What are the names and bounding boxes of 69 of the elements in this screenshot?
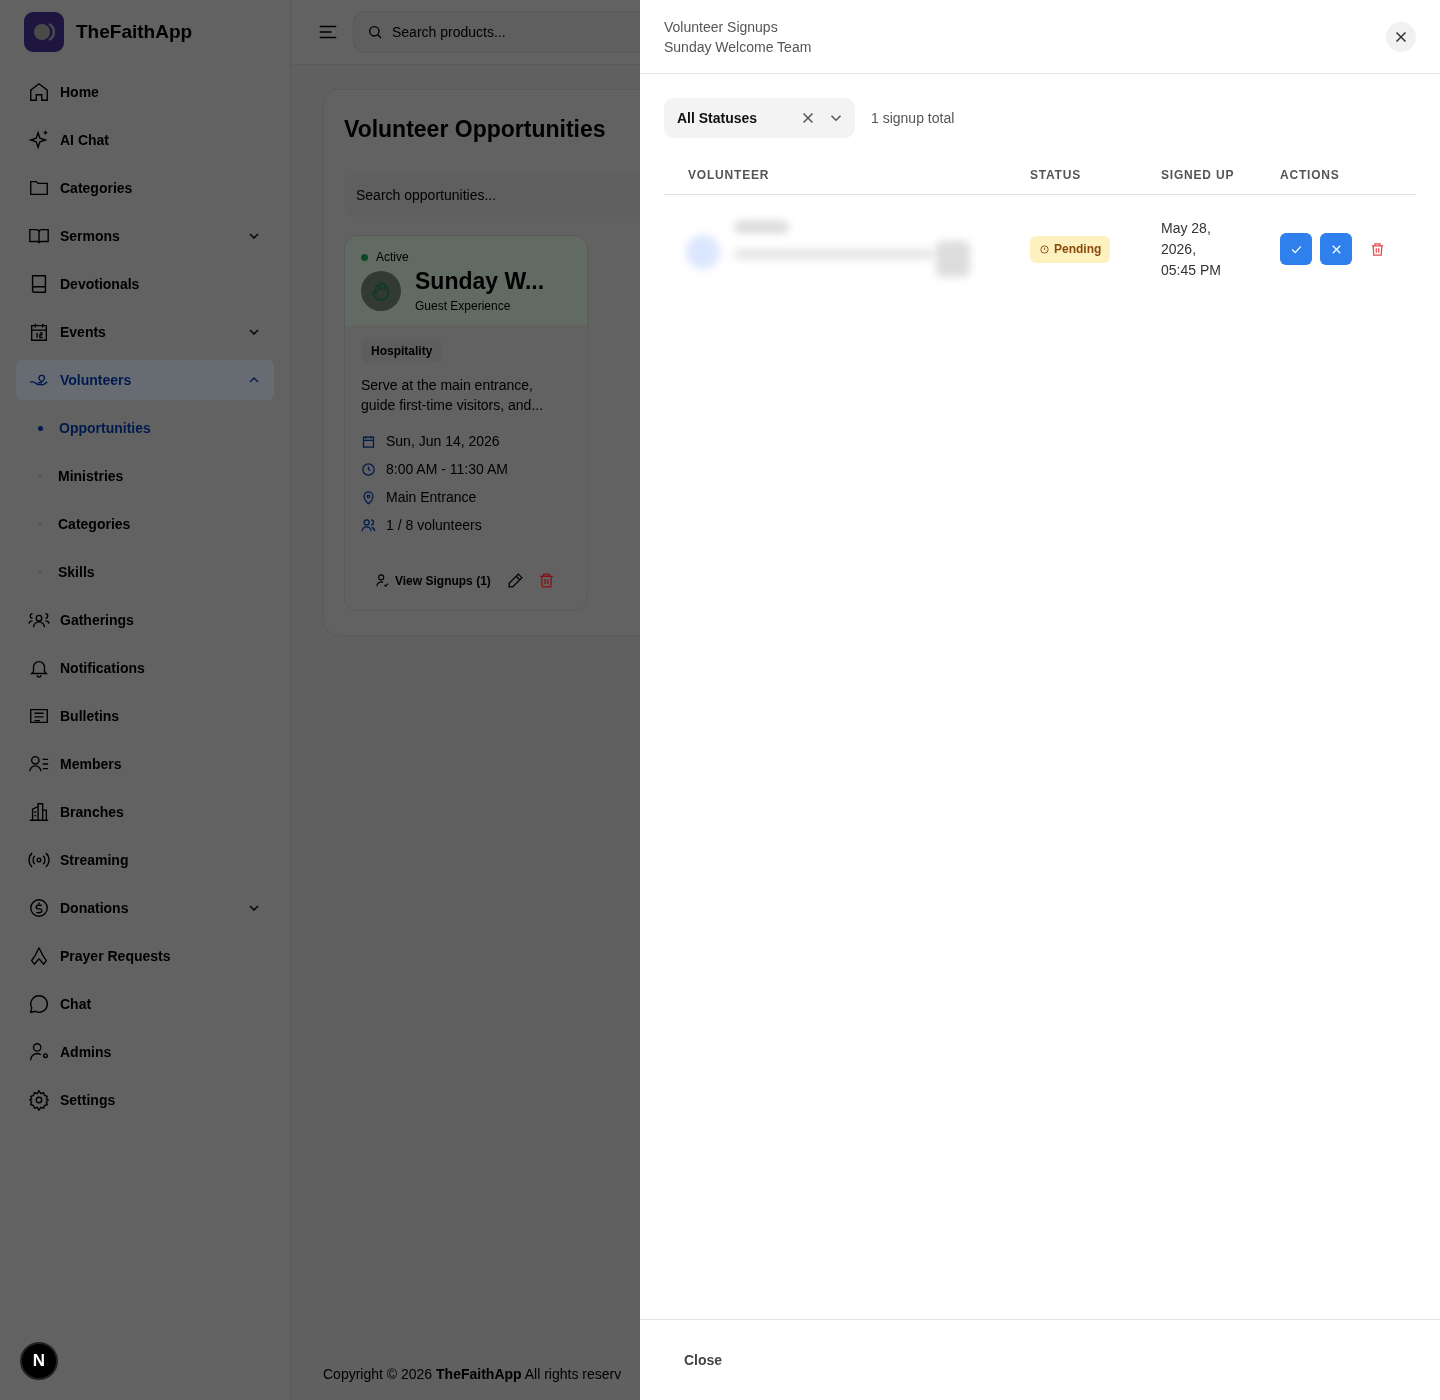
home-icon xyxy=(28,81,50,103)
sidebar-item[interactable]: Home xyxy=(16,72,274,112)
sparkle-icon xyxy=(28,129,50,151)
sidebar-item[interactable]: Notifications xyxy=(16,648,274,688)
sidebar-subitem[interactable]: Opportunities xyxy=(16,408,274,448)
search-icon xyxy=(367,24,383,40)
sidebar-item[interactable]: Chat xyxy=(16,984,274,1024)
sidebar-item[interactable]: Events xyxy=(16,312,274,352)
sidebar-item[interactable]: Devotionals xyxy=(16,264,274,304)
sidebar-item[interactable]: AI Chat xyxy=(16,120,274,160)
reject-button[interactable] xyxy=(1320,233,1352,265)
drawer-subtitle: Sunday Welcome Team xyxy=(664,37,812,57)
sidebar-item[interactable]: Admins xyxy=(16,1032,274,1072)
pencil-icon[interactable] xyxy=(506,572,524,589)
view-signups-button[interactable]: View Signups (1) xyxy=(373,569,493,592)
sidebar-subitem[interactable]: Skills xyxy=(16,552,274,592)
card-description: Serve at the main entrance, guide first-time visitors, and... xyxy=(361,376,545,415)
people-icon xyxy=(361,517,376,533)
close-button[interactable]: Close xyxy=(672,1344,735,1376)
detail-text: 8:00 AM - 11:30 AM xyxy=(386,461,508,477)
signup-count: 1 signup total xyxy=(871,110,955,126)
sidebar-item[interactable]: Volunteers xyxy=(16,360,274,400)
dev-tools-button[interactable]: N xyxy=(20,1342,58,1380)
hand-icon xyxy=(361,270,401,311)
sidebar-subitem[interactable]: Ministries xyxy=(16,456,274,496)
building-icon xyxy=(28,801,50,823)
gear-icon xyxy=(28,1089,50,1111)
logo-icon xyxy=(24,12,64,52)
sidebar-item[interactable]: Donations xyxy=(16,888,274,928)
trash-icon[interactable] xyxy=(1370,241,1385,257)
column-header: STATUS xyxy=(1030,156,1161,195)
category-tag: Hospitality xyxy=(361,339,443,363)
card-subtitle: Guest Experience xyxy=(415,299,512,313)
sidebar-item[interactable]: Members xyxy=(16,744,274,784)
status-badge: Pending xyxy=(1030,235,1111,263)
table-cell: May 28, 2026, 05:45 PM xyxy=(1161,194,1280,303)
sidebar-item[interactable]: Prayer Requests xyxy=(16,936,274,976)
status-filter-select[interactable]: All Statuses xyxy=(664,98,855,138)
close-button[interactable] xyxy=(1386,21,1416,52)
sidebar-subitem[interactable]: Categories xyxy=(16,504,274,544)
app-name: TheFaithApp xyxy=(76,21,193,43)
clock-icon xyxy=(1039,243,1050,255)
search-field[interactable]: Search products... xyxy=(353,11,640,53)
calendar-icon xyxy=(28,321,50,343)
approve-button[interactable] xyxy=(1280,233,1312,265)
detail-text: Sun, Jun 14, 2026 xyxy=(386,433,500,449)
user-check-icon xyxy=(375,573,390,588)
column-header: VOLUNTEER xyxy=(664,156,1030,195)
sidebar-item[interactable]: Gatherings xyxy=(16,600,274,640)
chat-bubble-icon xyxy=(28,993,50,1015)
detail-text: Main Entrance xyxy=(386,489,477,505)
location-pin-icon xyxy=(361,489,376,505)
calendar-icon xyxy=(361,433,376,449)
status-dot xyxy=(361,253,368,261)
drawer-title: Volunteer Signups xyxy=(664,17,779,37)
clock-icon xyxy=(361,461,376,477)
copyright-text: Copyright © 2026 TheFaithApp All rights reserv xyxy=(323,1366,623,1382)
page-title: Volunteer Opportunities xyxy=(344,116,607,143)
column-header: ACTIONS xyxy=(1280,156,1416,195)
card-title: Sunday W... xyxy=(415,268,545,295)
sidebar-item[interactable]: Settings xyxy=(16,1080,274,1120)
sidebar-item[interactable]: Categories xyxy=(16,168,274,208)
sidebar-item[interactable]: Branches xyxy=(16,792,274,832)
sidebar-item[interactable]: Bulletins xyxy=(16,696,274,736)
column-header: SIGNED UP xyxy=(1161,156,1280,195)
sidebar-item[interactable]: Sermons xyxy=(16,216,274,256)
detail-text: 1 / 8 volunteers xyxy=(386,517,482,533)
sidebar-item[interactable]: Streaming xyxy=(16,840,274,880)
status-label: Active xyxy=(376,250,409,264)
